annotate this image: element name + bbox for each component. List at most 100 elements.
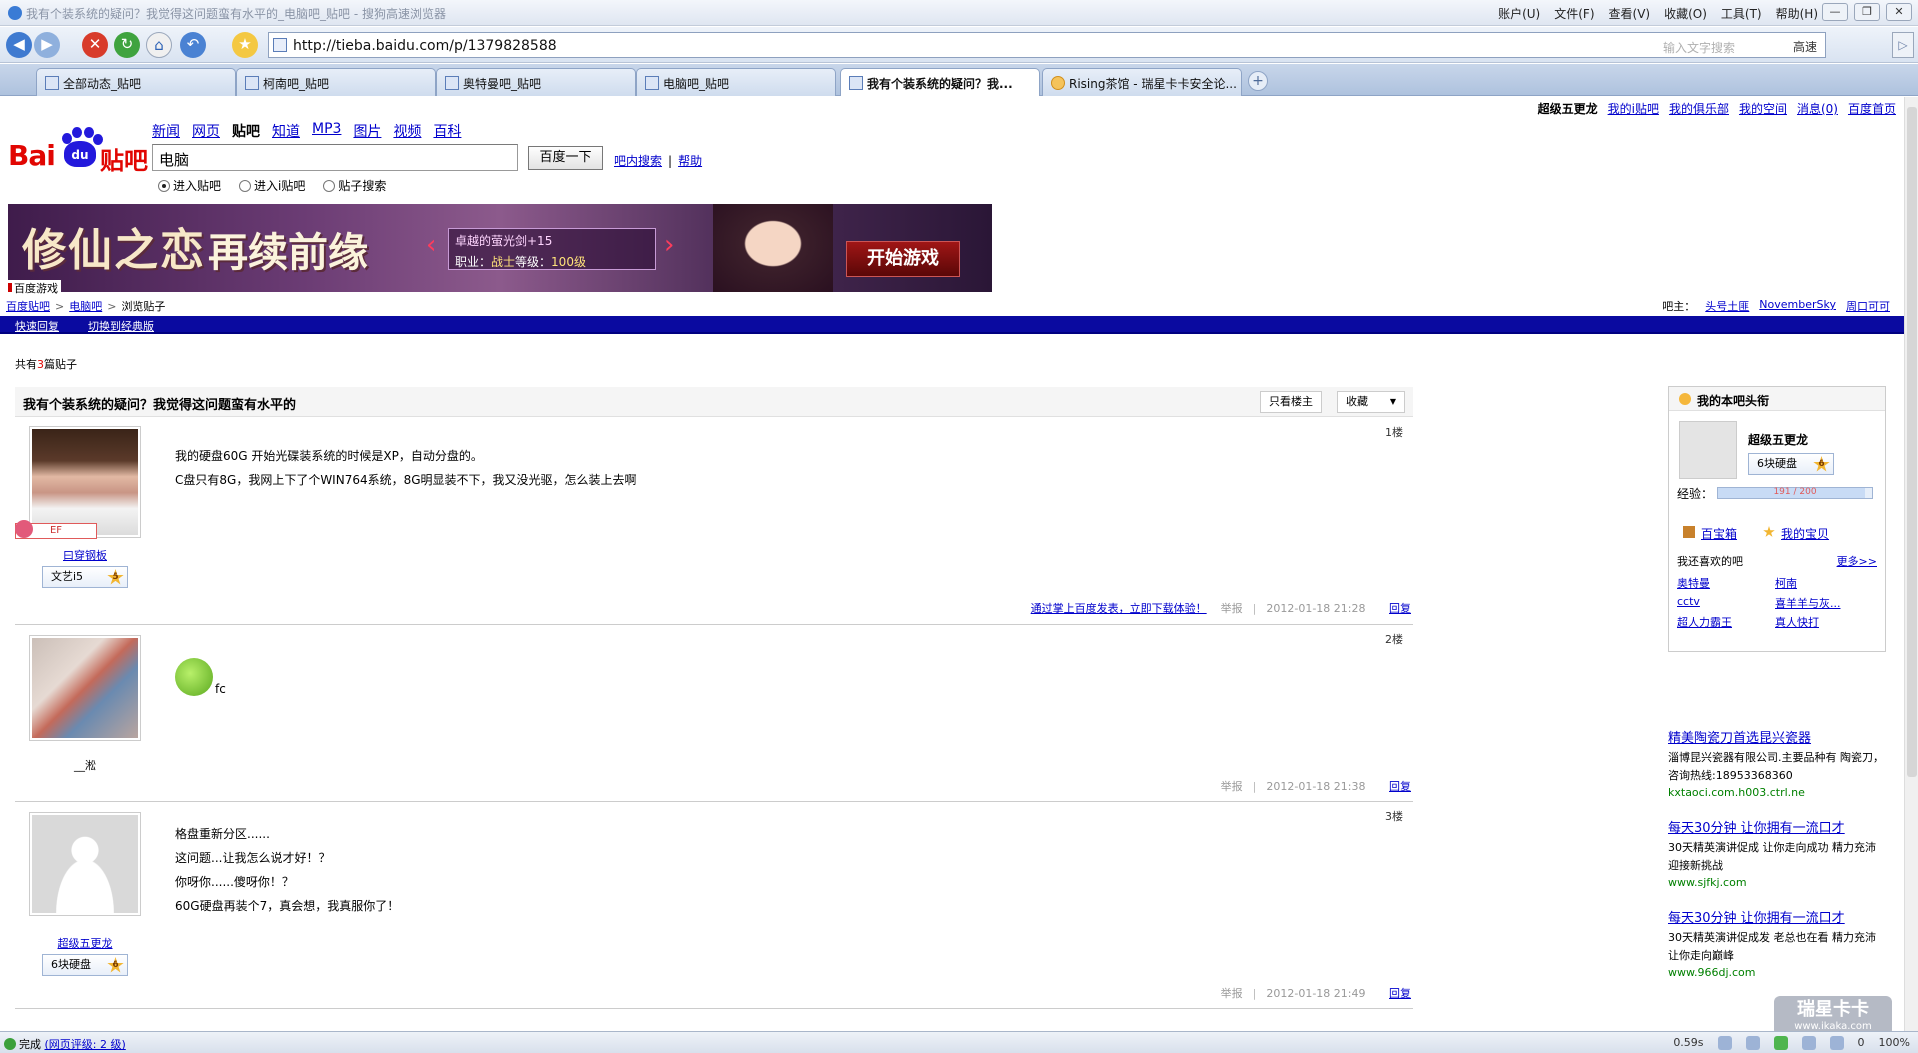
nav-baike[interactable]: 百科: [433, 121, 461, 141]
search-button[interactable]: 百度一下: [528, 146, 603, 170]
reply-link[interactable]: 回复: [1389, 780, 1411, 793]
ad-title[interactable]: 每天30分钟 让你拥有一流口才: [1668, 907, 1888, 926]
text-ad[interactable]: 每天30分钟 让你拥有一流口才 30天精英演讲促成发 老总也在看 精力充沛 让你…: [1668, 907, 1888, 979]
help-link[interactable]: 帮助: [678, 154, 702, 168]
banner-prev-icon[interactable]: ‹: [426, 230, 436, 260]
in-bar-search-link[interactable]: 吧内搜索: [614, 154, 662, 168]
menu-favorites[interactable]: 收藏(O): [1664, 5, 1707, 22]
avatar[interactable]: [29, 426, 141, 538]
my-space-link[interactable]: 我的空间: [1739, 100, 1787, 117]
back-icon[interactable]: ◀: [6, 32, 32, 58]
tab-rising-forum[interactable]: Rising茶馆 - 瑞星卡卡安全论...: [1042, 68, 1242, 96]
stop-icon[interactable]: ✕: [82, 32, 108, 58]
ad-url[interactable]: www.sjfkj.com: [1668, 876, 1888, 889]
game-ad-banner[interactable]: 修仙之恋 再续前缘 ‹ 卓越的萤光剑+15 职业：战士等级：100级 › 开始游…: [8, 204, 992, 292]
reply-link[interactable]: 回复: [1389, 987, 1411, 1000]
post-username[interactable]: 超级五更龙: [15, 935, 155, 951]
home-icon[interactable]: ⌂: [146, 32, 172, 58]
baidu-home-link[interactable]: 百度首页: [1848, 100, 1896, 117]
menu-file[interactable]: 文件(F): [1554, 5, 1594, 22]
messages-link[interactable]: 消息(0): [1797, 100, 1838, 117]
my-club-link[interactable]: 我的俱乐部: [1669, 100, 1729, 117]
liked-bar-link[interactable]: 柯南: [1775, 575, 1797, 591]
menu-tools[interactable]: 工具(T): [1721, 5, 1762, 22]
baidu-tieba-logo[interactable]: Bai du 贴吧: [8, 127, 148, 177]
collect-dropdown[interactable]: 收藏 ▼: [1337, 391, 1405, 413]
admin-link[interactable]: NovemberSky: [1759, 298, 1836, 314]
reply-link[interactable]: 回复: [1389, 602, 1411, 615]
post-username[interactable]: __淞: [15, 757, 155, 773]
favorite-star-icon[interactable]: ★: [232, 32, 258, 58]
ad-title[interactable]: 每天30分钟 让你拥有一流口才: [1668, 817, 1888, 836]
menu-account[interactable]: 账户(U): [1498, 5, 1540, 22]
my-itieba-link[interactable]: 我的i贴吧: [1608, 100, 1659, 117]
admin-link[interactable]: 头号土匪: [1705, 298, 1749, 314]
nav-images[interactable]: 图片: [353, 121, 381, 141]
go-icon[interactable]: ▷: [1892, 32, 1914, 58]
minimize-icon[interactable]: —: [1822, 3, 1848, 21]
liked-bar-link[interactable]: 奥特曼: [1677, 575, 1710, 591]
my-treasure-link[interactable]: 我的宝贝: [1763, 525, 1829, 542]
tab-conan[interactable]: 柯南吧_贴吧: [236, 68, 436, 96]
mouse-gesture-icon[interactable]: [1745, 1036, 1760, 1050]
radio-dot[interactable]: [239, 179, 252, 192]
url-text[interactable]: http://tieba.baidu.com/p/1379828588: [293, 38, 557, 54]
my-member-badge[interactable]: 6块硬盘 6: [1748, 453, 1834, 475]
menu-view[interactable]: 查看(V): [1609, 5, 1651, 22]
member-badge[interactable]: 6块硬盘 6: [42, 954, 128, 976]
close-window-icon[interactable]: ✕: [1886, 3, 1912, 21]
start-game-button[interactable]: 开始游戏: [846, 241, 960, 277]
text-ad[interactable]: 精美陶瓷刀首选昆兴瓷器 淄博昆兴瓷器有限公司.主要品种有 陶瓷刀，咨询热线:18…: [1668, 727, 1888, 799]
radio-enter-tieba[interactable]: 进入贴吧: [158, 177, 221, 194]
radio-dot[interactable]: [158, 179, 170, 192]
nav-zhidao[interactable]: 知道: [272, 121, 300, 141]
tab-all-feed[interactable]: 全部动态_贴吧: [36, 68, 236, 96]
report-link[interactable]: 举报: [1221, 602, 1243, 615]
nav-video[interactable]: 视频: [393, 121, 421, 141]
undo-close-icon[interactable]: ↶: [180, 32, 206, 58]
switch-classic-link[interactable]: 切换到经典版: [88, 318, 154, 334]
scrollbar-thumb[interactable]: [1907, 107, 1917, 777]
page-rating-link[interactable]: (网页评级: 2 级): [45, 1038, 126, 1051]
tab-current-thread[interactable]: 我有个装系统的疑问？我...: [840, 68, 1040, 96]
ad-url[interactable]: www.966dj.com: [1668, 966, 1888, 979]
download-icon[interactable]: [1773, 1036, 1788, 1050]
forward-icon[interactable]: ▶: [34, 32, 60, 58]
quick-reply-link[interactable]: 快速回复: [15, 318, 59, 334]
sound-icon[interactable]: [1801, 1036, 1816, 1050]
only-op-button[interactable]: 只看楼主: [1260, 391, 1322, 413]
avatar[interactable]: [29, 635, 141, 741]
nav-mp3[interactable]: MP3: [312, 121, 341, 141]
text-ad[interactable]: 每天30分钟 让你拥有一流口才 30天精英演讲促成 让你走向成功 精力充沛 迎接…: [1668, 817, 1888, 889]
report-link[interactable]: 举报: [1221, 987, 1243, 1000]
vertical-scrollbar[interactable]: [1904, 97, 1918, 1031]
post-username[interactable]: 曰穿钢板: [15, 547, 155, 563]
new-tab-icon[interactable]: +: [1248, 71, 1268, 91]
tab-computer[interactable]: 电脑吧_贴吧: [636, 68, 836, 96]
username-link[interactable]: 超级五更龙: [1538, 100, 1598, 117]
banner-next-icon[interactable]: ›: [664, 230, 674, 260]
menu-help[interactable]: 帮助(H): [1776, 5, 1818, 22]
maximize-icon[interactable]: ❐: [1854, 3, 1880, 21]
screenshot-icon[interactable]: [1829, 1036, 1844, 1050]
radio-post-search[interactable]: 贴子搜索: [323, 177, 386, 194]
address-search-hint[interactable]: 输入文字搜索: [1663, 39, 1735, 56]
liked-bar-link[interactable]: 超人力霸王: [1677, 614, 1732, 630]
ad-url[interactable]: kxtaoci.com.h003.ctrl.ne: [1668, 786, 1888, 799]
zoom-level[interactable]: 100%: [1879, 1036, 1910, 1050]
admin-link[interactable]: 周口可可: [1846, 298, 1890, 314]
nav-web[interactable]: 网页: [192, 121, 220, 141]
breadcrumb-computer-bar[interactable]: 电脑吧: [69, 300, 102, 313]
tab-ultraman[interactable]: 奥特曼吧_贴吧: [436, 68, 636, 96]
radio-enter-itieba[interactable]: 进入i贴吧: [239, 177, 305, 194]
mobile-promo-link[interactable]: 通过掌上百度发表，立即下载体验！: [1031, 602, 1207, 615]
radio-dot[interactable]: [323, 179, 336, 192]
liked-bar-link[interactable]: cctv: [1677, 595, 1700, 608]
nav-news[interactable]: 新闻: [152, 121, 180, 141]
avatar[interactable]: [29, 812, 141, 916]
my-avatar[interactable]: [1679, 421, 1737, 479]
address-bar[interactable]: http://tieba.baidu.com/p/1379828588 输入文字…: [268, 32, 1826, 58]
member-badge[interactable]: 文艺i5 5: [42, 566, 128, 588]
search-input[interactable]: 电脑: [152, 144, 518, 171]
speed-mode-label[interactable]: 高速: [1793, 38, 1817, 55]
